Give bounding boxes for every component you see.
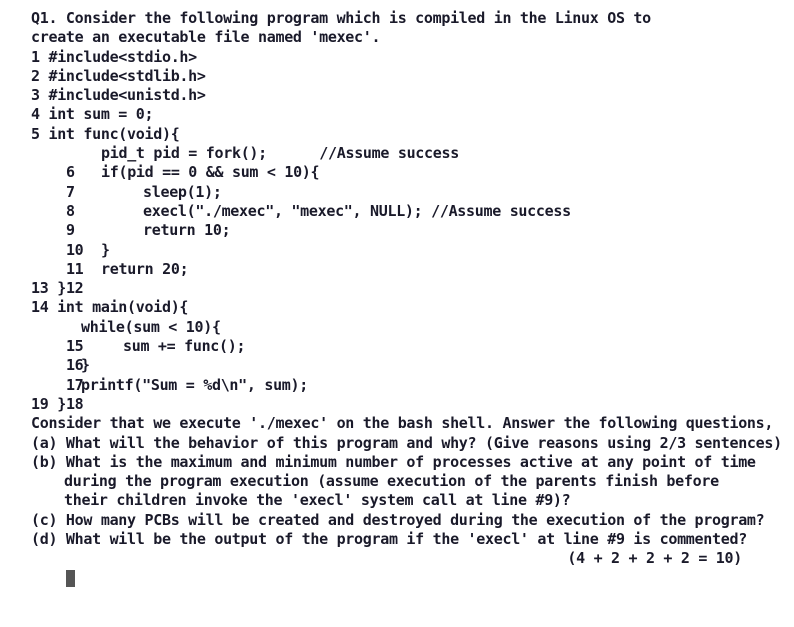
code-line-1: 1 #include<stdio.h> — [31, 47, 197, 66]
final-line: (4 + 2 + 2 + 2 = 10) — [31, 549, 786, 587]
question-d: (d) What will be the output of the progr… — [31, 530, 747, 549]
code-text: } — [101, 240, 110, 259]
code-text: sum += func(); — [123, 337, 246, 356]
code-text: while(sum < 10){ — [81, 317, 221, 336]
code-text: printf("Sum = %d\n", sum); — [81, 375, 309, 394]
code-line-14: 14 int main(void){ — [31, 298, 189, 317]
code-line-8: 8 sleep(1); — [31, 182, 786, 220]
code-line-15: 15 while(sum < 10){ — [31, 317, 786, 355]
code-line-6: 6 pid_t pid = fork(); //Assume success — [31, 144, 786, 181]
code-line-13: 13 } — [31, 279, 66, 298]
question-b-line-1: (b) What is the maximum and minimum numb… — [31, 452, 756, 471]
code-text: sleep(1); — [143, 182, 222, 201]
prompt-intro: Consider that we execute './mexec' on th… — [31, 414, 774, 433]
code-line-17: 17} — [31, 356, 786, 393]
code-line-9: 9 execl("./mexec", "mexec", NULL); //Assu… — [31, 201, 786, 239]
code-line-12: 12 return 20; — [31, 259, 786, 297]
text-cursor — [65, 569, 75, 587]
code-text: return 10; — [143, 221, 231, 240]
code-text: } — [81, 356, 90, 375]
marks-breakdown: (4 + 2 + 2 + 2 = 10) — [567, 549, 742, 568]
code-line-4: 4 int sum = 0; — [31, 105, 154, 124]
code-text: return 20; — [101, 259, 189, 278]
code-line-18: 18 printf("Sum = %d\n", sum); — [31, 375, 786, 413]
code-text: if(pid == 0 && sum < 10){ — [101, 163, 320, 182]
code-line-16: 16 sum += func(); — [31, 337, 786, 374]
question-b-line-3: their children invoke the 'execl' system… — [64, 491, 571, 510]
page: { "question": { "title_line1": "Q1. Cons… — [0, 0, 794, 587]
code-line-19: 19 } — [31, 394, 66, 413]
code-line-5: 5 int func(void){ — [31, 124, 180, 143]
code-text: execl("./mexec", "mexec", NULL); //Assum… — [143, 201, 571, 220]
question-c: (c) How many PCBs will be created and de… — [31, 510, 765, 529]
question-b-line-2: during the program execution (assume exe… — [64, 472, 719, 491]
question-a: (a) What will the behavior of this progr… — [31, 433, 782, 452]
code-line-7: 7 if(pid == 0 && sum < 10){ — [31, 163, 786, 200]
question-title-line-1: Q1. Consider the following program which… — [31, 9, 651, 27]
code-line-3: 3 #include<unistd.h> — [31, 86, 206, 105]
code-text: pid_t pid = fork(); //Assume success — [101, 144, 459, 163]
code-line-10: 10 return 10; — [31, 221, 786, 258]
question-document: Q1. Consider the following program which… — [31, 9, 786, 587]
code-line-11: 11} — [31, 240, 786, 278]
code-line-2: 2 #include<stdlib.h> — [31, 66, 206, 85]
question-title-line-2: create an executable file named 'mexec'. — [31, 28, 381, 47]
